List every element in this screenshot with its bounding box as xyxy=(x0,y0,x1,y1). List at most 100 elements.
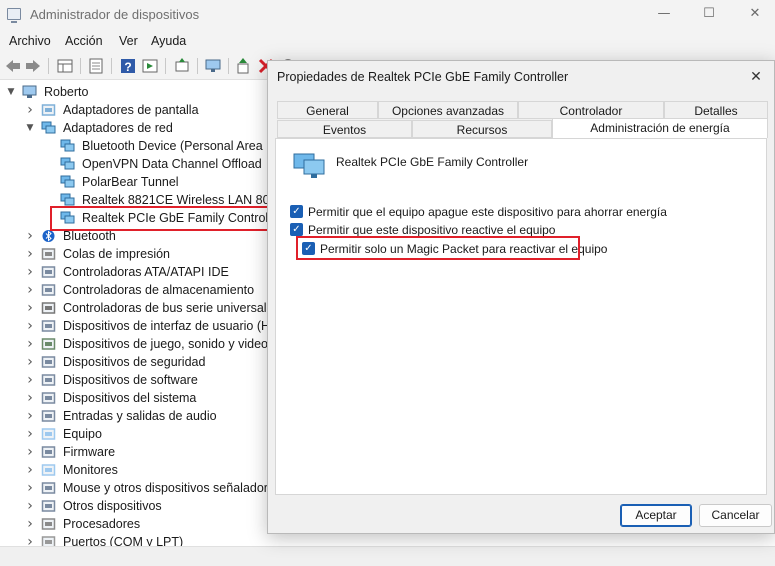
chevron-right-icon[interactable]: › xyxy=(25,515,35,533)
tab-recursos[interactable]: Recursos xyxy=(412,120,552,138)
tree-category[interactable]: › Otros dispositivos xyxy=(25,497,270,515)
close-button[interactable]: ✕ xyxy=(744,4,766,24)
chevron-right-icon[interactable]: › xyxy=(25,533,35,546)
chevron-right-icon[interactable]: › xyxy=(25,425,35,443)
tree-device[interactable]: Bluetooth Device (Personal Area Ne xyxy=(44,137,270,155)
tree-device[interactable]: OpenVPN Data Channel Offload xyxy=(44,155,270,173)
back-arrow-icon[interactable] xyxy=(4,57,22,75)
tree-category[interactable]: › Puertos (COM y LPT) xyxy=(25,533,270,546)
chevron-right-icon[interactable]: › xyxy=(25,389,35,407)
bluetooth-icon xyxy=(42,230,55,242)
properties-dialog: Propiedades de Realtek PCIe GbE Family C… xyxy=(267,60,775,534)
svg-text:?: ? xyxy=(124,60,131,74)
tree-category[interactable]: › Dispositivos de software xyxy=(25,371,270,389)
minimize-button[interactable]: — xyxy=(653,4,675,24)
menu-ayuda[interactable]: Ayuda xyxy=(151,34,186,48)
network-adapter-icon xyxy=(60,193,75,206)
tree-category[interactable]: › Procesadores xyxy=(25,515,270,533)
tree-category[interactable]: › Dispositivos de interfaz de usuario (HI… xyxy=(25,317,270,335)
accept-button[interactable]: Aceptar xyxy=(620,504,692,527)
cancel-button[interactable]: Cancelar xyxy=(699,504,772,527)
tab-eventos[interactable]: Eventos xyxy=(277,120,412,138)
display-adapter-icon xyxy=(41,104,56,116)
menu-archivo[interactable]: Archivo xyxy=(9,34,51,48)
tree-category[interactable]: › Equipo xyxy=(25,425,270,443)
tree-category[interactable]: › Dispositivos de juego, sonido y video xyxy=(25,335,270,353)
menu-ver[interactable]: Ver xyxy=(119,34,138,48)
device-tree: ▼ Roberto › Adaptadores de pantalla ▼ Adapt… xyxy=(0,81,270,546)
run-icon[interactable] xyxy=(141,57,159,75)
properties-grid-icon[interactable] xyxy=(56,57,74,75)
tree-item-label: Colas de impresión xyxy=(63,247,170,261)
dialog-close-button[interactable]: ✕ xyxy=(746,67,766,87)
chevron-down-icon[interactable]: ▼ xyxy=(6,83,16,101)
chevron-right-icon[interactable]: › xyxy=(25,101,35,119)
tab-opciones-avanzadas[interactable]: Opciones avanzadas xyxy=(378,101,518,119)
computer-icon xyxy=(41,428,56,440)
tab-general[interactable]: General xyxy=(277,101,378,119)
chevron-right-icon[interactable]: › xyxy=(25,407,35,425)
other-device-icon xyxy=(41,500,56,512)
tree-root[interactable]: ▼ Roberto xyxy=(6,83,126,101)
tree-item-label: PolarBear Tunnel xyxy=(82,175,179,189)
document-icon[interactable] xyxy=(87,57,105,75)
network-adapter-icon xyxy=(60,139,75,152)
tree-category[interactable]: › Colas de impresión xyxy=(25,245,270,263)
horizontal-scrollbar[interactable] xyxy=(0,546,775,566)
toolbar-divider xyxy=(111,58,112,74)
chevron-right-icon[interactable]: › xyxy=(25,227,35,245)
tab-administracion-de-energia[interactable]: Administración de energía xyxy=(552,118,768,138)
chevron-right-icon[interactable]: › xyxy=(25,479,35,497)
update-driver-icon[interactable] xyxy=(235,57,253,75)
tree-category[interactable]: › Firmware xyxy=(25,443,270,461)
chevron-right-icon[interactable]: › xyxy=(25,461,35,479)
chevron-right-icon[interactable]: › xyxy=(25,335,35,353)
tree-category[interactable]: › Entradas y salidas de audio xyxy=(25,407,270,425)
tree-item-label: Mouse y otros dispositivos señaladores xyxy=(63,481,270,495)
tree-category[interactable]: › Controladoras de almacenamiento xyxy=(25,281,270,299)
menu-accion[interactable]: Acción xyxy=(65,34,103,48)
maximize-button[interactable]: ☐ xyxy=(698,4,720,24)
toolbar-divider xyxy=(48,58,49,74)
tree-category[interactable]: › Dispositivos de seguridad xyxy=(25,353,270,371)
chevron-right-icon[interactable]: › xyxy=(25,353,35,371)
chevron-right-icon[interactable]: › xyxy=(25,263,35,281)
tree-category[interactable]: › Adaptadores de pantalla xyxy=(25,101,270,119)
tree-category[interactable]: › Controladoras ATA/ATAPI IDE xyxy=(25,263,270,281)
device-manager-icon xyxy=(7,8,21,23)
chevron-right-icon[interactable]: › xyxy=(25,371,35,389)
chevron-right-icon[interactable]: › xyxy=(25,245,35,263)
title-bar: Administrador de dispositivos — ☐ ✕ xyxy=(0,0,775,30)
network-adapter-icon xyxy=(60,157,75,170)
tree-item-label: Dispositivos del sistema xyxy=(63,391,197,405)
tree-item-label: Puertos (COM y LPT) xyxy=(63,535,184,546)
checkbox-checked-icon[interactable]: ✓ xyxy=(290,205,303,218)
tree-item-label: Equipo xyxy=(63,427,102,441)
forward-arrow-icon[interactable] xyxy=(24,57,42,75)
chevron-right-icon[interactable]: › xyxy=(25,317,35,335)
tree-item-label: Adaptadores de red xyxy=(63,121,173,135)
window-title: Administrador de dispositivos xyxy=(30,7,200,22)
tree-category[interactable]: › Dispositivos del sistema xyxy=(25,389,270,407)
chevron-right-icon[interactable]: › xyxy=(25,443,35,461)
tree-item-label: Procesadores xyxy=(63,517,141,531)
chevron-right-icon[interactable]: › xyxy=(25,299,35,317)
scan-hardware-icon[interactable] xyxy=(173,57,191,75)
tree-category[interactable]: › Controladoras de bus serie universal xyxy=(25,299,270,317)
tree-category[interactable]: › Mouse y otros dispositivos señaladores xyxy=(25,479,270,497)
chevron-right-icon[interactable]: › xyxy=(25,281,35,299)
audio-io-icon xyxy=(41,410,56,422)
monitor-icon[interactable] xyxy=(204,57,222,75)
tree-item-label: Bluetooth Device (Personal Area Ne xyxy=(82,139,270,153)
network-adapter-icon xyxy=(60,175,75,188)
help-icon[interactable]: ? xyxy=(119,57,137,75)
chevron-down-icon[interactable]: ▼ xyxy=(25,119,35,137)
tab-detalles[interactable]: Detalles xyxy=(664,101,768,119)
tree-category[interactable]: ▼ Adaptadores de red xyxy=(25,119,270,137)
tree-item-label: Otros dispositivos xyxy=(63,499,162,513)
checkbox-checked-icon[interactable]: ✓ xyxy=(290,223,303,236)
tree-device[interactable]: PolarBear Tunnel xyxy=(44,173,270,191)
chevron-right-icon[interactable]: › xyxy=(25,497,35,515)
tree-category[interactable]: › Monitores xyxy=(25,461,270,479)
tab-controlador[interactable]: Controlador xyxy=(518,101,664,119)
